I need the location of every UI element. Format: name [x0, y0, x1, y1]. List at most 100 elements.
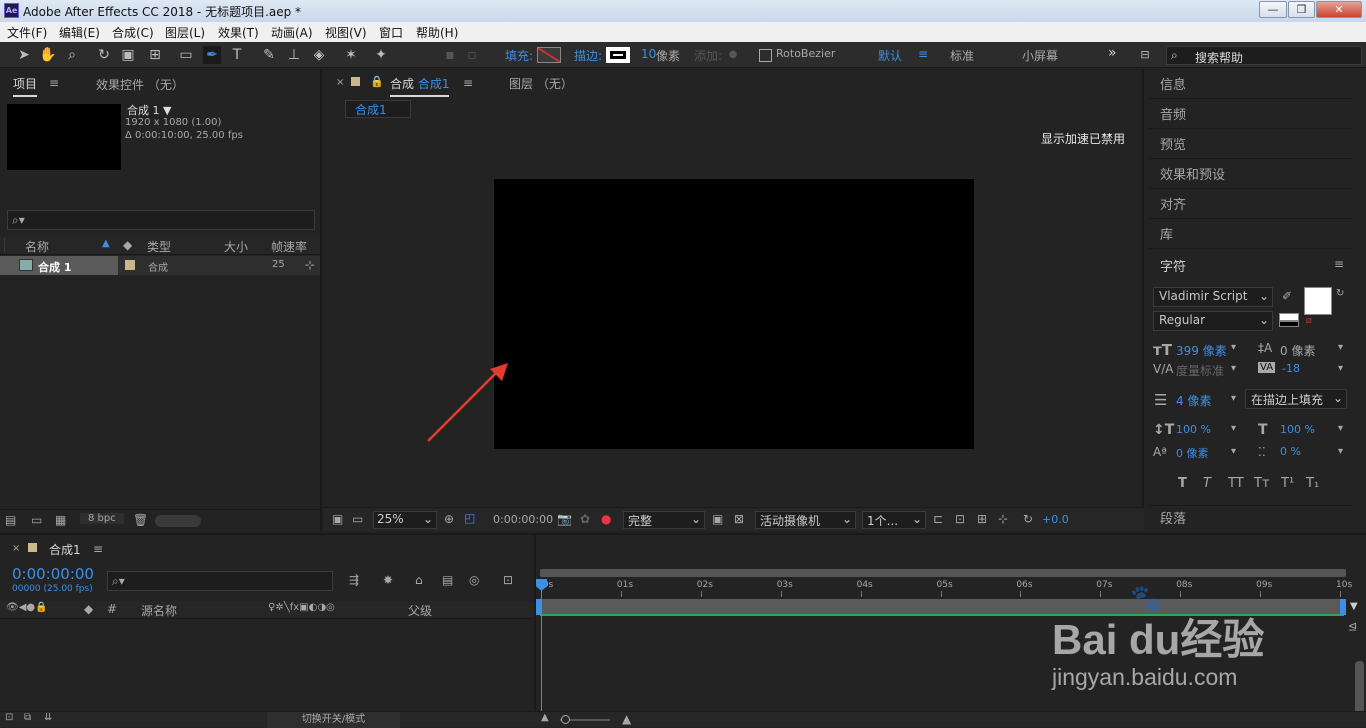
- exposure-value[interactable]: +0.0: [1042, 513, 1069, 526]
- av-switches-icon[interactable]: 👁◀●🔒: [6, 602, 48, 613]
- delete-icon[interactable]: 🗑: [133, 513, 148, 527]
- label-color-swatch[interactable]: [125, 260, 135, 270]
- sync-settings-icon[interactable]: ⊟: [1136, 46, 1154, 64]
- all-caps-button[interactable]: TT: [1228, 476, 1244, 491]
- font-style-select[interactable]: Regular ⌄: [1153, 311, 1273, 331]
- lock-icon[interactable]: 🔒: [370, 75, 384, 88]
- close-tab-icon[interactable]: ×: [336, 77, 344, 88]
- workspace-menu-icon[interactable]: ≡: [918, 47, 928, 61]
- table-row[interactable]: 合成 1 合成 25 ⊹: [0, 256, 320, 275]
- kerning-value[interactable]: 度量标准: [1176, 362, 1224, 379]
- workspace-standard[interactable]: 标准: [950, 47, 974, 64]
- new-composition-icon[interactable]: ▦: [55, 513, 66, 527]
- comp-menu-icon[interactable]: ≡: [463, 76, 473, 90]
- chevron-down-icon[interactable]: ▾: [1338, 446, 1343, 457]
- add-dropdown-icon[interactable]: ●: [724, 46, 742, 64]
- fill-swatch[interactable]: [537, 47, 561, 63]
- snap-options-icon[interactable]: ▫: [463, 46, 481, 64]
- leading-value[interactable]: 0 像素: [1280, 342, 1315, 359]
- chevron-down-icon[interactable]: ▾: [1338, 363, 1343, 374]
- always-preview-icon[interactable]: ▣: [332, 512, 343, 526]
- camera-tool-icon[interactable]: ▣: [119, 46, 137, 64]
- timeline-icon[interactable]: ⊞: [977, 512, 987, 526]
- tracking-value[interactable]: -18: [1282, 362, 1300, 375]
- fast-preview-icon[interactable]: ⊡: [955, 512, 965, 526]
- panel-align[interactable]: 对齐: [1149, 189, 1352, 219]
- menu-file[interactable]: 文件(F): [7, 24, 47, 41]
- camera-view-select[interactable]: 活动摄像机 ⌄: [755, 511, 856, 529]
- new-folder-icon[interactable]: ▭: [31, 513, 42, 527]
- vertical-scale-value[interactable]: 100 %: [1176, 423, 1211, 436]
- tsume-value[interactable]: 0 %: [1280, 445, 1301, 458]
- column-size[interactable]: 大小: [224, 238, 248, 255]
- layer-switches-icon[interactable]: ♀✲╲fx▣◐◑◎: [268, 602, 335, 613]
- tab-layer[interactable]: 图层 （无）: [509, 75, 573, 92]
- clone-stamp-tool-icon[interactable]: ⊥: [285, 46, 303, 64]
- comp-name[interactable]: 合成 1 ▼: [127, 102, 171, 118]
- subscript-button[interactable]: T₁: [1306, 476, 1319, 491]
- zoom-tool-icon[interactable]: ⌕: [63, 46, 81, 64]
- project-search-input[interactable]: ⌕▾: [7, 210, 315, 230]
- chevron-down-icon[interactable]: ▾: [1231, 363, 1236, 374]
- paragraph-panel-title[interactable]: 段落: [1160, 508, 1186, 527]
- more-workspaces-icon[interactable]: »: [1108, 45, 1117, 61]
- mask-visibility-icon[interactable]: ◰: [464, 511, 475, 525]
- column-name[interactable]: 名称: [25, 238, 49, 255]
- chevron-down-icon[interactable]: ▾: [1231, 423, 1236, 434]
- bit-depth-button[interactable]: 8 bpc: [80, 513, 124, 524]
- interpret-footage-icon[interactable]: ▤: [5, 513, 16, 527]
- stroke-width-value[interactable]: 10: [641, 47, 656, 61]
- black-swatch[interactable]: [1279, 321, 1299, 327]
- expand-modes-icon[interactable]: ⧉: [24, 712, 31, 723]
- faux-bold-button[interactable]: T: [1178, 476, 1187, 491]
- label-tag-icon[interactable]: ◆: [84, 602, 93, 616]
- menu-view[interactable]: 视图(V): [325, 24, 367, 41]
- workspace-default[interactable]: 默认: [878, 47, 902, 64]
- chevron-down-icon[interactable]: ▾: [1231, 446, 1236, 457]
- no-color-icon[interactable]: ⧄: [1306, 316, 1312, 326]
- font-size-value[interactable]: 399 像素: [1176, 342, 1227, 359]
- rotobezier-checkbox[interactable]: [759, 49, 772, 62]
- flowchart-icon[interactable]: ⊹: [305, 258, 315, 272]
- chevron-down-icon[interactable]: ▾: [1338, 342, 1343, 353]
- sort-ascending-icon[interactable]: ▲: [102, 238, 110, 249]
- panel-audio[interactable]: 音频: [1149, 99, 1352, 129]
- chevron-down-icon[interactable]: ▾: [1338, 423, 1343, 434]
- menu-window[interactable]: 窗口: [379, 24, 403, 41]
- menu-animation[interactable]: 动画(A): [271, 24, 313, 41]
- expand-layer-switches-icon[interactable]: ⊡: [5, 712, 13, 723]
- panel-info[interactable]: 信息: [1149, 69, 1352, 99]
- column-parent[interactable]: 父级: [408, 602, 432, 619]
- character-menu-icon[interactable]: ≡: [1334, 257, 1344, 271]
- selection-tool-icon[interactable]: ➤: [15, 46, 33, 64]
- monitor-icon[interactable]: ▭: [352, 512, 363, 526]
- hand-tool-icon[interactable]: ✋: [39, 46, 57, 64]
- snapshot-icon[interactable]: 📷: [557, 512, 572, 526]
- stroke-width-value[interactable]: 4 像素: [1176, 392, 1211, 409]
- menu-effect[interactable]: 效果(T): [218, 24, 259, 41]
- stroke-swatch[interactable]: [606, 47, 630, 63]
- menu-composition[interactable]: 合成(C): [112, 24, 154, 41]
- menu-help[interactable]: 帮助(H): [416, 24, 458, 41]
- roto-brush-tool-icon[interactable]: ✶: [342, 46, 360, 64]
- stroke-mode-select[interactable]: 在描边上填充 ⌄: [1245, 389, 1347, 409]
- horizontal-scale-value[interactable]: 100 %: [1280, 423, 1315, 436]
- channels-icon[interactable]: ●: [601, 512, 611, 526]
- resolution-select[interactable]: 完整 ⌄: [623, 511, 705, 529]
- viewer-timecode[interactable]: 0:00:00:00: [493, 513, 553, 526]
- zoom-in-icon[interactable]: ▲: [622, 712, 631, 726]
- composition-canvas[interactable]: [494, 179, 974, 449]
- pan-behind-tool-icon[interactable]: ⊞: [146, 46, 164, 64]
- comp-button-icon[interactable]: ⊴: [1348, 620, 1357, 633]
- minimize-button[interactable]: —: [1259, 1, 1287, 18]
- zoom-out-icon[interactable]: ▲: [541, 712, 549, 723]
- column-type[interactable]: 类型: [147, 238, 171, 255]
- menu-edit[interactable]: 编辑(E): [59, 24, 100, 41]
- region-of-interest-icon[interactable]: ▣: [712, 512, 723, 526]
- tab-composition[interactable]: 合成 合成1: [390, 75, 450, 97]
- flowchart-icon[interactable]: ⊹: [998, 512, 1008, 526]
- faux-italic-button[interactable]: T: [1203, 476, 1211, 491]
- tab-effect-controls[interactable]: 效果控件 （无）: [96, 76, 184, 93]
- chevron-down-icon[interactable]: ▾: [1231, 342, 1236, 353]
- help-search-input[interactable]: ⌕ 搜索帮助: [1166, 46, 1362, 65]
